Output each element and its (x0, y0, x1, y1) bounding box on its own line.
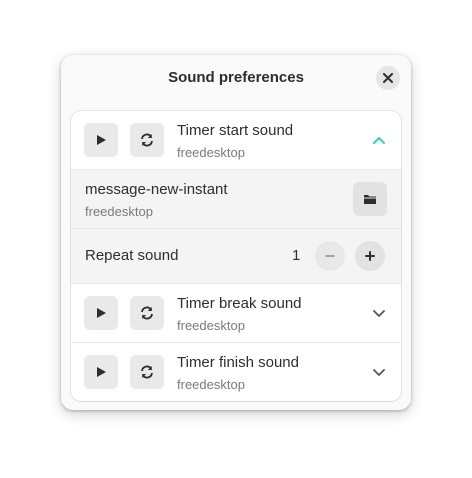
row-subtitle: freedesktop (177, 377, 245, 392)
timer-start-row[interactable]: Timer start sound freedesktop (71, 111, 401, 170)
sound-list: Timer start sound freedesktop message-ne… (71, 111, 401, 401)
expand-toggle[interactable] (369, 130, 389, 150)
repeat-value: 1 (292, 247, 301, 264)
play-icon (97, 308, 106, 318)
sound-file-row: message-new-instant freedesktop (71, 170, 401, 229)
close-icon (383, 73, 393, 83)
reload-button[interactable] (130, 355, 164, 389)
reload-button[interactable] (130, 123, 164, 157)
row-subtitle: freedesktop (177, 318, 245, 333)
reload-button[interactable] (130, 296, 164, 330)
play-icon (97, 135, 106, 145)
row-title: Timer start sound (177, 122, 294, 139)
play-button[interactable] (84, 296, 118, 330)
folder-icon (364, 195, 376, 204)
timer-break-row[interactable]: Timer break sound freedesktop (71, 284, 401, 343)
refresh-icon (141, 365, 153, 379)
decrement-button[interactable] (315, 241, 345, 271)
minus-icon (325, 255, 335, 257)
browse-file-button[interactable] (353, 182, 387, 216)
sound-file-source: freedesktop (85, 204, 153, 219)
refresh-icon (141, 133, 153, 147)
chevron-down-icon (373, 369, 385, 376)
plus-icon (365, 251, 375, 261)
chevron-up-icon (373, 137, 385, 144)
sound-file-name: message-new-instant (85, 181, 228, 198)
play-icon (97, 367, 106, 377)
sound-preferences-dialog: Sound preferences Timer start sound free… (61, 55, 411, 410)
refresh-icon (141, 306, 153, 320)
expand-toggle[interactable] (369, 362, 389, 382)
repeat-label: Repeat sound (85, 247, 179, 264)
play-button[interactable] (84, 355, 118, 389)
row-subtitle: freedesktop (177, 145, 245, 160)
row-title: Timer break sound (177, 295, 302, 312)
close-button[interactable] (376, 66, 400, 90)
repeat-sound-row: Repeat sound 1 (71, 229, 401, 284)
expand-toggle[interactable] (369, 303, 389, 323)
play-button[interactable] (84, 123, 118, 157)
timer-finish-row[interactable]: Timer finish sound freedesktop (71, 343, 401, 401)
row-title: Timer finish sound (177, 354, 299, 371)
chevron-down-icon (373, 310, 385, 317)
increment-button[interactable] (355, 241, 385, 271)
dialog-title: Sound preferences (168, 69, 304, 86)
